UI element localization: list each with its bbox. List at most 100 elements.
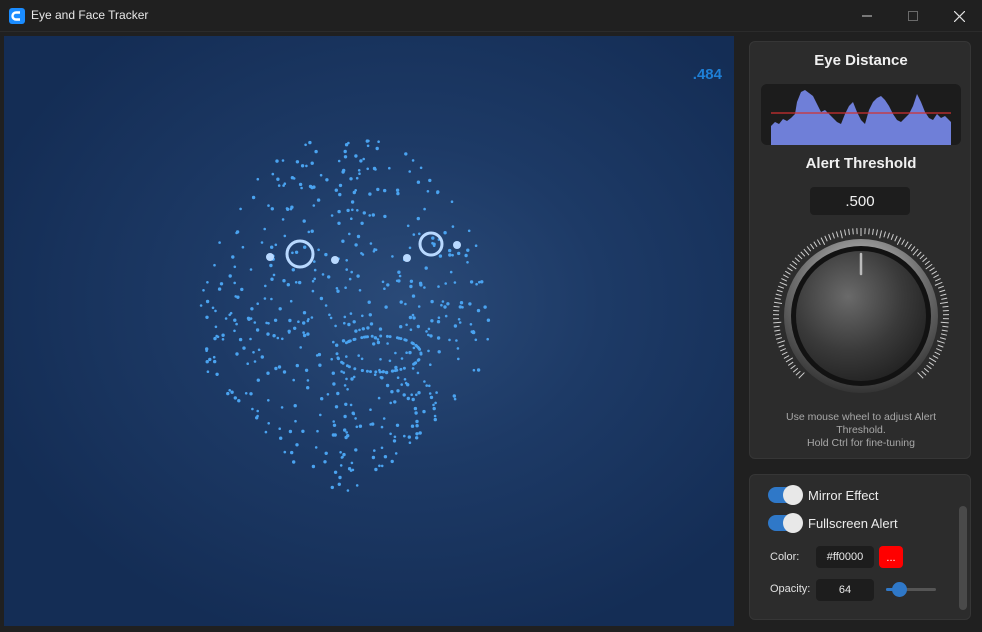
knob-tick bbox=[942, 305, 949, 308]
knob-tick bbox=[937, 344, 944, 348]
mesh-point bbox=[251, 195, 256, 200]
mesh-point bbox=[379, 358, 382, 361]
mesh-point bbox=[429, 395, 434, 400]
mesh-point bbox=[458, 321, 462, 324]
mesh-point bbox=[407, 435, 411, 439]
fullscreen-alert-toggle[interactable] bbox=[768, 513, 803, 533]
minimize-button[interactable] bbox=[844, 0, 890, 32]
mesh-point bbox=[234, 295, 237, 298]
mesh-point bbox=[385, 383, 390, 388]
close-button[interactable] bbox=[936, 0, 982, 32]
mesh-point bbox=[280, 406, 284, 409]
mesh-point bbox=[256, 302, 259, 306]
mesh-point bbox=[432, 242, 436, 246]
mesh-point bbox=[319, 173, 323, 177]
mesh-point bbox=[359, 159, 363, 163]
knob-tick bbox=[828, 233, 832, 240]
mesh-point bbox=[349, 312, 353, 315]
mesh-point bbox=[476, 308, 481, 313]
mesh-point bbox=[371, 455, 376, 460]
mouth-point bbox=[418, 347, 422, 351]
mesh-point bbox=[233, 318, 237, 322]
mirror-effect-toggle[interactable] bbox=[768, 485, 803, 505]
maximize-icon bbox=[908, 11, 918, 21]
mesh-point bbox=[443, 305, 447, 309]
mesh-point bbox=[342, 452, 346, 457]
mesh-point bbox=[233, 281, 236, 285]
mesh-point bbox=[419, 166, 423, 170]
threshold-knob[interactable] bbox=[771, 226, 951, 406]
knob-tick bbox=[848, 228, 850, 235]
maximize-button[interactable] bbox=[890, 0, 936, 32]
knob-tick bbox=[774, 301, 783, 304]
mesh-point bbox=[249, 317, 253, 320]
knob-tick bbox=[924, 260, 930, 266]
mesh-point bbox=[396, 376, 400, 380]
color-hex-field[interactable]: #ff0000 bbox=[816, 546, 874, 568]
alert-threshold-value[interactable]: .500 bbox=[810, 187, 910, 215]
opacity-slider[interactable] bbox=[886, 582, 936, 597]
mesh-point bbox=[282, 279, 286, 283]
mesh-point bbox=[423, 286, 426, 289]
mesh-point bbox=[272, 273, 276, 277]
settings-scrollbar[interactable] bbox=[959, 506, 967, 610]
mesh-point bbox=[260, 241, 264, 244]
mesh-point bbox=[362, 211, 366, 215]
color-label: Color: bbox=[770, 551, 800, 563]
mesh-point bbox=[267, 399, 270, 402]
opacity-value-field[interactable]: 64 bbox=[816, 579, 874, 601]
knob-tick bbox=[781, 351, 788, 356]
mesh-point bbox=[444, 314, 448, 318]
mesh-point bbox=[300, 186, 303, 190]
eye-corner-point bbox=[331, 256, 339, 264]
mesh-point bbox=[406, 396, 410, 401]
knob-hint-line-2: Threshold. bbox=[836, 424, 886, 436]
mesh-point bbox=[415, 436, 419, 440]
mouth-point bbox=[344, 341, 348, 345]
opacity-slider-thumb[interactable] bbox=[891, 582, 907, 597]
mesh-point bbox=[468, 302, 472, 306]
mesh-point bbox=[355, 176, 359, 180]
knob-tick bbox=[910, 246, 916, 252]
mesh-point bbox=[354, 448, 358, 452]
mesh-point bbox=[412, 316, 416, 320]
mesh-point bbox=[320, 397, 324, 401]
mesh-point bbox=[324, 304, 328, 307]
knob-tick bbox=[787, 267, 793, 272]
knob-tick bbox=[928, 357, 937, 363]
knob-tick bbox=[774, 329, 781, 332]
mesh-point bbox=[461, 306, 464, 309]
mesh-point bbox=[310, 316, 314, 319]
mesh-point bbox=[272, 334, 276, 338]
mesh-point bbox=[287, 329, 291, 333]
knob-tick bbox=[816, 239, 821, 246]
mesh-point bbox=[299, 346, 303, 349]
mesh-point bbox=[277, 184, 281, 187]
mesh-point bbox=[289, 299, 293, 303]
knob-tick bbox=[926, 364, 932, 370]
mesh-point bbox=[281, 159, 285, 162]
knob-tick bbox=[894, 235, 898, 242]
mesh-point bbox=[444, 282, 448, 285]
mouth-point bbox=[336, 356, 340, 360]
knob-tick bbox=[917, 372, 924, 379]
mesh-point bbox=[233, 265, 237, 269]
mesh-point bbox=[409, 279, 414, 283]
mesh-point bbox=[423, 380, 426, 383]
mesh-point bbox=[257, 348, 261, 352]
mesh-point bbox=[246, 362, 249, 366]
knob-tick bbox=[792, 367, 799, 373]
knob-tick bbox=[934, 351, 941, 356]
mesh-point bbox=[474, 244, 478, 247]
mesh-point bbox=[288, 429, 293, 434]
knob-tick bbox=[795, 370, 801, 376]
mesh-point bbox=[358, 172, 361, 175]
mesh-point bbox=[276, 177, 280, 181]
mesh-point bbox=[446, 302, 450, 306]
mesh-point bbox=[417, 305, 421, 308]
mesh-point bbox=[357, 169, 361, 172]
mouth-point bbox=[370, 334, 374, 338]
color-picker-button[interactable]: ... bbox=[879, 546, 903, 568]
mesh-point bbox=[432, 406, 436, 411]
knob-tick bbox=[785, 270, 791, 275]
